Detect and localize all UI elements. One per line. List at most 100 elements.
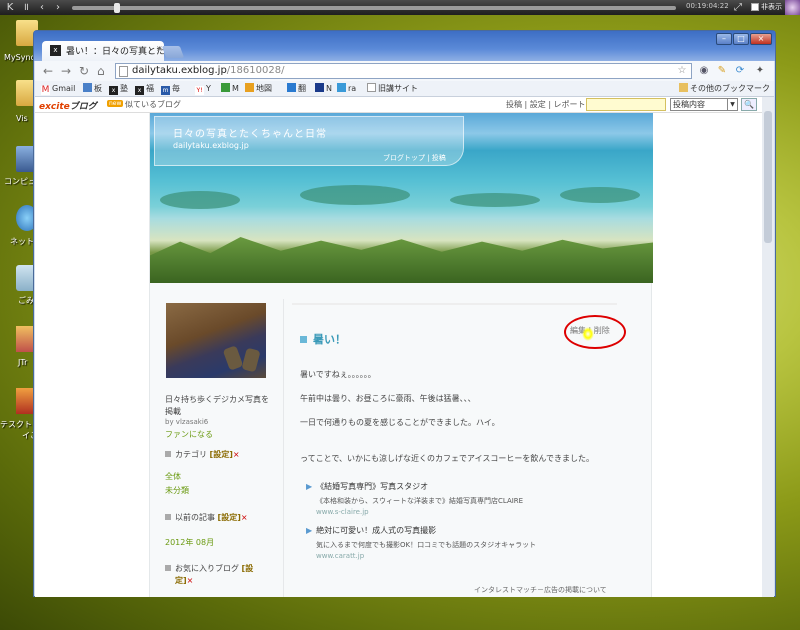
url-host: dailytaku.exblog.jp <box>132 65 227 76</box>
home-icon[interactable]: ⌂ <box>97 63 105 79</box>
blog-url: dailytaku.exblog.jp <box>173 141 249 150</box>
post-text-2: 午前中は曇り、お昼ころに豪雨、午後は猛暑、、、 <box>300 394 476 403</box>
excite-favicon-icon: x <box>50 45 61 56</box>
time-readout: 00:19:04:22 <box>686 2 729 10</box>
ad-item[interactable]: ▶ 絶対に可愛い！成人式の写真撮影 気に入るまで何度でも撮影OK！口コミでも話題の… <box>306 525 536 560</box>
archive-item[interactable]: 2012年 08月 <box>165 537 214 548</box>
search-input[interactable] <box>586 98 666 111</box>
category-setting-link[interactable]: [設定] <box>210 450 233 459</box>
fullscreen-icon[interactable]: ⤢ <box>732 1 744 14</box>
post-text-4: ってことで、いかにも涼しげな近くのカフェでアイスコーヒーを飲んできました。 <box>300 454 594 463</box>
blog-banner: 日々の写真とたくちゃんと日常 dailytaku.exblog.jp ブログトッ… <box>150 113 653 283</box>
extension-icon[interactable]: ◉ <box>697 64 711 78</box>
prev-icon[interactable]: ‹ <box>36 1 48 14</box>
pause-icon[interactable]: ॥ <box>20 1 32 14</box>
seek-bar[interactable] <box>72 6 676 10</box>
blog-page: 日々の写真とたくちゃんと日常 dailytaku.exblog.jp ブログトッ… <box>149 113 653 597</box>
search-scope-select[interactable]: 投稿内容 ▼ <box>670 98 738 111</box>
hide-label: 非表示 <box>761 3 782 11</box>
excite-icon: x <box>135 86 144 95</box>
blog-title-box: 日々の写真とたくちゃんと日常 dailytaku.exblog.jp ブログトッ… <box>154 116 464 166</box>
profile-author: by vlzasaki6 <box>165 418 209 426</box>
page-icon <box>119 66 128 77</box>
sync-icon[interactable]: ⟳ <box>733 64 747 78</box>
fan-link[interactable]: ファンになる <box>165 429 213 440</box>
blog-title[interactable]: 日々の写真とたくちゃんと日常 <box>173 125 327 140</box>
bullet-icon <box>165 565 171 571</box>
archive-heading: 以前の記事 [設定]× <box>165 512 248 523</box>
bullet-icon <box>165 451 171 457</box>
bookmark-8[interactable]: 翻 <box>287 83 306 95</box>
yahoo-icon: Y! <box>195 86 204 95</box>
reload-icon[interactable]: ↻ <box>79 63 89 79</box>
folder-icon <box>679 83 688 92</box>
excite-icon: x <box>109 86 118 95</box>
blog-header-links[interactable]: ブログトップ | 投稿 <box>383 153 446 163</box>
skip-back-icon[interactable]: K <box>4 1 16 14</box>
arrow-icon: ▶ <box>306 482 313 491</box>
bookmark-10[interactable]: ra <box>337 83 356 95</box>
ad-item[interactable]: ▶ 《結婚写真専門》写真スタジオ 《本格和装から、スウィートな洋装まで》結婚写真専… <box>306 481 523 516</box>
bookmark-11[interactable]: 旧講サイト <box>367 83 418 95</box>
page-viewport: exciteブログ new 似ているブログ 投稿 | 設定 | レポート 投稿内… <box>35 97 762 597</box>
search-button[interactable]: 🔍 <box>741 98 757 111</box>
category-all[interactable]: 全体 <box>165 471 181 482</box>
url-path: /18610028/ <box>226 65 285 76</box>
map-icon <box>245 83 254 92</box>
fav-blogs-setting: 定]× <box>175 576 194 585</box>
bookmark-9[interactable]: N <box>315 83 332 95</box>
category-uncategorized[interactable]: 未分類 <box>165 485 189 496</box>
bookmark-7[interactable]: 地図 <box>245 83 272 95</box>
bookmark-2[interactable]: x塾 <box>109 83 128 95</box>
ad-note-link[interactable]: インタレストマッチ－広告の掲載について <box>474 585 607 595</box>
highlight-circle <box>564 315 626 349</box>
bookmark-4[interactable]: m毎 <box>161 83 180 95</box>
scrollbar-thumb[interactable] <box>764 111 772 243</box>
bookmark-1[interactable]: 板 <box>83 83 102 95</box>
bookmark-gmail[interactable]: M Gmail <box>41 83 75 95</box>
other-bookmarks[interactable]: その他のブックマーク <box>679 83 770 95</box>
forward-icon[interactable]: → <box>61 63 71 79</box>
post-divider <box>292 303 617 305</box>
browser-tab[interactable]: x 暑い！：日々の写真とたくちゃ <box>42 41 164 61</box>
pencil-icon[interactable]: ✎ <box>715 64 729 78</box>
gmail-icon: M <box>41 85 50 95</box>
bookmark-icon: m <box>161 86 170 95</box>
address-bar[interactable]: dailytaku.exblog.jp/18610028/ <box>115 63 692 79</box>
seek-handle[interactable] <box>114 3 120 13</box>
similar-blogs-link[interactable]: 似ているブログ <box>125 99 181 110</box>
bookmark-6[interactable]: M <box>221 83 239 95</box>
maximize-button[interactable]: □ <box>733 33 749 45</box>
profile-photo <box>166 303 266 378</box>
excite-bar: exciteブログ new 似ているブログ 投稿 | 設定 | レポート 投稿内… <box>35 97 762 113</box>
post-title[interactable]: 暑い！ <box>300 331 346 347</box>
bullet-icon <box>165 514 171 520</box>
fav-blogs-heading: お気に入りブログ [設 <box>165 563 253 574</box>
browser-toolbar: ← → ↻ ⌂ dailytaku.exblog.jp/18610028/ ☆ … <box>35 61 774 81</box>
title-bar: x 暑い！：日々の写真とたくちゃ × – □ × <box>34 31 775 61</box>
bookmarks-bar: M Gmail 板 x塾 x福 m毎 Y! Y M 地図 翻 N ra 旧講サイト … <box>35 81 774 97</box>
next-icon[interactable]: › <box>52 1 64 14</box>
bookmark-3[interactable]: x福 <box>135 83 154 95</box>
wrench-icon[interactable]: ✦ <box>753 64 767 78</box>
new-tab-button[interactable] <box>161 46 185 58</box>
bullet-icon <box>300 336 307 343</box>
hide-checkbox[interactable] <box>751 3 759 11</box>
bookmark-icon <box>221 83 230 92</box>
excite-links[interactable]: 投稿 | 設定 | レポート <box>506 99 586 110</box>
bookmark-5[interactable]: Y! Y <box>195 83 211 95</box>
app-icon[interactable] <box>785 0 800 15</box>
browser-window: x 暑い！：日々の写真とたくちゃ × – □ × ← → ↻ ⌂ dailyta… <box>33 30 776 597</box>
back-icon[interactable]: ← <box>43 63 53 79</box>
category-heading: カテゴリ [設定]× <box>165 449 240 460</box>
post-text-1: 暑いですねぇ。。。。。。 <box>300 370 376 379</box>
bookmark-icon <box>287 83 296 92</box>
star-icon[interactable]: ☆ <box>675 64 689 78</box>
excite-logo[interactable]: exciteブログ <box>39 99 97 112</box>
close-button[interactable]: × <box>750 33 772 45</box>
minimize-button[interactable]: – <box>716 33 732 45</box>
archive-setting-link[interactable]: [設定] <box>218 513 241 522</box>
new-badge: new <box>107 100 124 107</box>
bookmark-icon <box>83 83 92 92</box>
bookmark-icon <box>315 83 324 92</box>
